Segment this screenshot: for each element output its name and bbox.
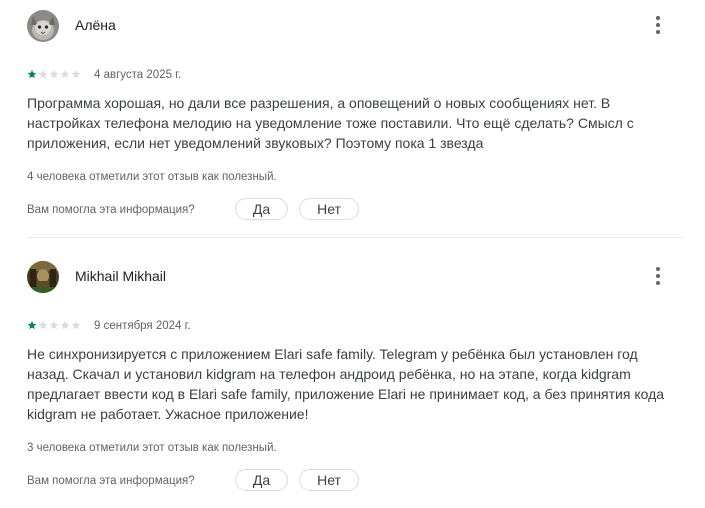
avatar [27, 10, 59, 42]
helpful-question: Вам помогла эта информация? [27, 475, 195, 487]
divider [27, 237, 683, 238]
star-rating [27, 69, 81, 79]
star-filled-icon [27, 69, 37, 79]
star-empty-icon [49, 320, 59, 330]
helpful-no-button[interactable]: Нет [299, 198, 359, 220]
star-empty-icon [60, 320, 70, 330]
helpful-yes-button[interactable]: Да [235, 469, 288, 491]
star-rating [27, 320, 81, 330]
star-empty-icon [71, 69, 81, 79]
review-author: Алёна [75, 17, 116, 33]
star-empty-icon [60, 69, 70, 79]
helpful-no-button[interactable]: Нет [299, 469, 359, 491]
review-text: Не синхронизируется с приложением Elari … [27, 346, 665, 422]
helpful-count: 3 человека отметили этот отзыв как полез… [27, 442, 277, 454]
star-filled-icon [27, 320, 37, 330]
review-date: 4 августа 2025 г. [94, 69, 182, 81]
photo-avatar-icon [27, 261, 59, 293]
star-empty-icon [49, 69, 59, 79]
helpful-count: 4 человека отметили этот отзыв как полез… [27, 171, 277, 183]
review-date: 9 сентября 2024 г. [94, 320, 191, 332]
helpful-yes-button[interactable]: Да [235, 198, 288, 220]
star-empty-icon [71, 320, 81, 330]
review-author: Mikhail Mikhail [75, 268, 167, 284]
review-text: Программа хорошая, но дали все разрешени… [27, 95, 634, 151]
star-empty-icon [38, 69, 48, 79]
more-options-icon[interactable] [646, 264, 670, 288]
avatar [27, 261, 59, 293]
helpful-question: Вам помогла эта информация? [27, 204, 195, 216]
star-empty-icon [38, 320, 48, 330]
more-options-icon[interactable] [646, 13, 670, 37]
cat-avatar-icon [27, 10, 59, 42]
